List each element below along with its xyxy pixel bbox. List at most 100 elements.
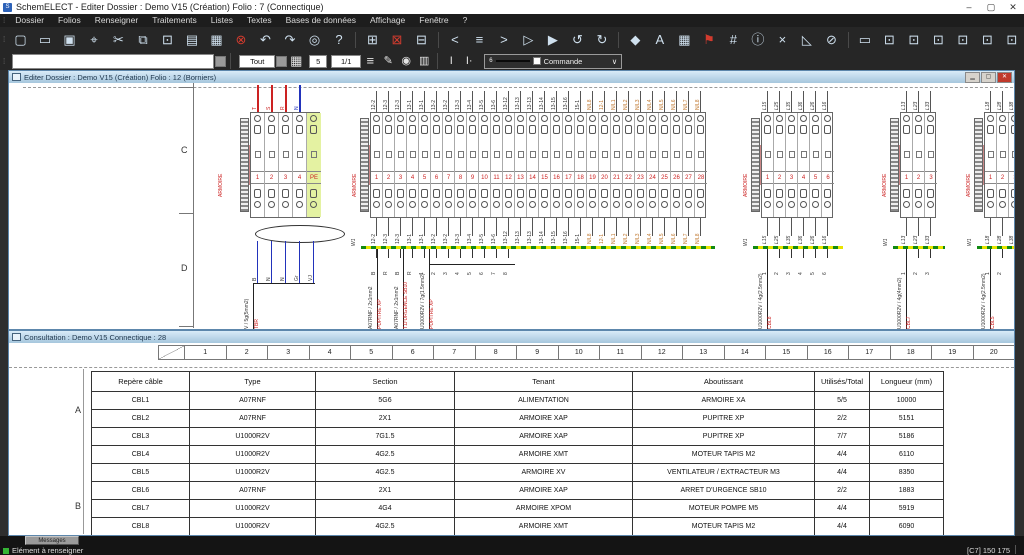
table-row[interactable]: CBL2A07RNF2X1ARMOIRE XAPPUPITRE XP2/2515… [92, 410, 944, 428]
hide-icon[interactable]: ⊘ [821, 30, 842, 49]
wire-label: CBL8 [768, 271, 773, 329]
table-cell: 5G6 [316, 392, 455, 410]
line-style-select[interactable]: 6 Commande ∨ [484, 54, 622, 69]
ruler-cell: 4 [310, 345, 352, 360]
filter-input[interactable] [12, 54, 214, 69]
pointer-icon[interactable]: ▷ [518, 30, 539, 49]
new-file-icon[interactable]: ▢ [10, 30, 31, 49]
wire-label: 7 [492, 259, 497, 275]
table-cell: 4G2.5 [316, 518, 455, 536]
table-row[interactable]: CBL1A07RNF5G6ALIMENTATIONARMOIRE XA5/510… [92, 392, 944, 410]
scope-select[interactable]: Tout [239, 55, 275, 68]
maximize-button[interactable]: ▢ [980, 0, 1002, 14]
table-row[interactable]: CBL4U1000R2V4G2.5ARMOIRE XMTMOTEUR TAPIS… [92, 446, 944, 464]
toolbar2-drag-handle[interactable]: ⁞ [0, 57, 8, 66]
symbol-grid-icon[interactable]: ▦ [674, 30, 695, 49]
scope-dropdown-button[interactable] [276, 56, 287, 67]
menu-textes[interactable]: Textes [240, 14, 279, 27]
target-icon[interactable]: ◎ [304, 30, 325, 49]
open-folder-icon[interactable]: ▭ [35, 30, 56, 49]
undo-icon[interactable]: ↶ [255, 30, 276, 49]
frame-icon[interactable]: ▭ [855, 30, 876, 49]
print-icon[interactable]: ▤ [182, 30, 203, 49]
wire-label: W1 [744, 232, 749, 246]
menu-dossier[interactable]: Dossier [8, 14, 51, 27]
next-folio-icon[interactable]: > [494, 30, 515, 49]
filter-apply-button[interactable] [215, 56, 226, 67]
table-row[interactable]: CBL3U1000R2V7G1.5ARMOIRE XAPPUPITRE XP7/… [92, 428, 944, 446]
grid-display-icon[interactable]: ▦ [287, 52, 305, 70]
text-tool-icon[interactable]: A [650, 30, 671, 49]
folio-protect-icon[interactable]: ⊟ [411, 30, 432, 49]
cut-icon[interactable]: ✂ [108, 30, 129, 49]
print-setup-icon[interactable]: ▦ [206, 30, 227, 49]
paste-icon[interactable]: ⊡ [157, 30, 178, 49]
page-indicator[interactable]: 1/1 [331, 55, 361, 68]
schematic-canvas[interactable]: CDARMOIREXA1234PETSRNARMOIREXAP123456789… [9, 83, 1014, 329]
lamp-icon[interactable]: ◉ [397, 52, 415, 70]
cancel-icon[interactable]: ⊗ [231, 30, 252, 49]
folio-list-icon[interactable]: ≡ [469, 30, 490, 49]
cursor-tool-icon[interactable]: I [442, 52, 460, 70]
symbols-icon[interactable]: ◆ [625, 30, 646, 49]
menu-renseigner[interactable]: Renseigner [88, 14, 145, 27]
menu-bases-de-donn-es[interactable]: Bases de données [279, 14, 363, 27]
wire-label: L26 [811, 86, 816, 110]
grid-icon[interactable]: # [723, 30, 744, 49]
menu-drag-handle[interactable]: ⁞ [0, 16, 8, 25]
help-icon[interactable]: ? [329, 30, 350, 49]
menu-listes[interactable]: Listes [204, 14, 240, 27]
table-row[interactable]: CBL8U1000R2V4G2.5ARMOIRE XMTMOTEUR TAPIS… [92, 518, 944, 536]
editor-close-button[interactable]: ✕ [997, 72, 1012, 83]
table-cell: ARMOIRE XAP [455, 410, 633, 428]
note-add-icon[interactable]: ⊡ [879, 30, 900, 49]
line-list-icon[interactable]: ≡ [361, 52, 379, 70]
menu-fen-tre[interactable]: Fenêtre [412, 14, 455, 27]
rotate-left-icon[interactable]: ↺ [567, 30, 588, 49]
note-delete-icon[interactable]: ⊡ [928, 30, 949, 49]
save-icon[interactable]: ▣ [59, 30, 80, 49]
editor-restore-button[interactable]: ▢ [981, 72, 996, 83]
menu-item[interactable]: ? [456, 14, 475, 27]
folio-new-icon[interactable]: ⊞ [362, 30, 383, 49]
redo-icon[interactable]: ↷ [280, 30, 301, 49]
note-copy-icon[interactable]: ⊡ [977, 30, 998, 49]
folio-validate-icon[interactable]: ⊠ [387, 30, 408, 49]
info-icon[interactable]: ⓘ [748, 30, 769, 49]
marker-icon[interactable]: ⚑ [699, 30, 720, 49]
table-row[interactable]: CBL5U1000R2V4G2.5ARMOIRE XVVENTILATEUR /… [92, 464, 944, 482]
editor-minimize-button[interactable]: ▁ [965, 72, 980, 83]
consultation-canvas[interactable]: 1234567891011121314151617181920 Repère c… [9, 343, 1014, 535]
note-list-icon[interactable]: ⊡ [953, 30, 974, 49]
delete-icon[interactable]: × [772, 30, 793, 49]
strip-body: 1234PE [250, 112, 320, 218]
select-zone-icon[interactable]: ⌖ [84, 30, 105, 49]
messages-panel-button[interactable]: Messages [25, 536, 79, 545]
table-row[interactable]: CBL6A07RNF2X1ARMOIRE XAPARRET D'URGENCE … [92, 482, 944, 500]
wire-label: W1 [884, 232, 889, 246]
table-row[interactable]: CBL7U1000R2V4G4ARMOIRE XPOMMOTEUR POMPE … [92, 500, 944, 518]
library-icon[interactable]: ▥ [415, 52, 433, 70]
toolbar-drag-handle[interactable]: ⁞ [0, 35, 8, 44]
copy-icon[interactable]: ⧉ [133, 30, 154, 49]
menu-folios[interactable]: Folios [51, 14, 88, 27]
table-cell: U1000R2V [190, 446, 316, 464]
rotate-right-icon[interactable]: ↻ [592, 30, 613, 49]
note-info-icon[interactable]: ⊡ [1002, 30, 1023, 49]
previous-folio-icon[interactable]: < [445, 30, 466, 49]
note-edit-icon[interactable]: ⊡ [904, 30, 925, 49]
editor-window-titlebar[interactable]: Editer Dossier : Demo V15 (Création) Fol… [9, 71, 1014, 83]
consultation-window-titlebar[interactable]: Consultation : Demo V15 Connectique : 28 [9, 331, 1014, 343]
grid-size-field[interactable]: 5 [309, 55, 327, 68]
minimize-button[interactable]: – [958, 0, 980, 14]
table-cell: CBL5 [92, 464, 190, 482]
measure-icon[interactable]: ◺ [797, 30, 818, 49]
menu-affichage[interactable]: Affichage [363, 14, 412, 27]
cursor-settings-icon[interactable]: I· [460, 52, 478, 70]
pointer-send-icon[interactable]: ▶ [543, 30, 564, 49]
pencil-icon[interactable]: ✎ [379, 52, 397, 70]
close-button[interactable]: ✕ [1002, 0, 1024, 14]
menu-traitements[interactable]: Traitements [145, 14, 204, 27]
wire-label: N/L6 [672, 86, 677, 110]
wire-label: CBL7 [907, 271, 912, 329]
